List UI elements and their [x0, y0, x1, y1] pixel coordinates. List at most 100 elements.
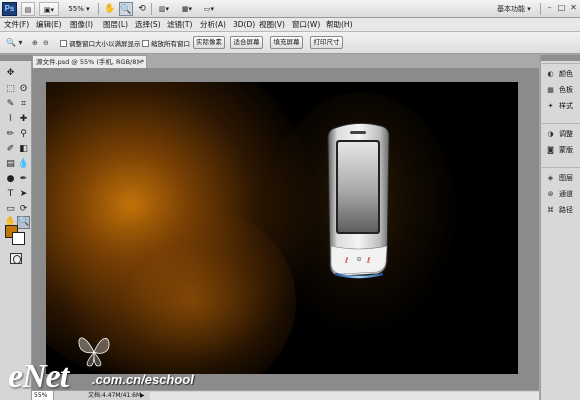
quick-mask-icon[interactable]	[10, 253, 22, 264]
options-bar: 🔍 ▾ ⊕ ⊖ 调整窗口大小以满屏显示 缩放所有窗口 实际像素 适合屏幕 填充屏…	[0, 32, 580, 54]
channels-icon: ⊛	[547, 190, 554, 198]
panel-masks[interactable]: ◙ 蒙版	[543, 142, 580, 158]
masks-icon: ◙	[547, 146, 554, 154]
marquee-tool-icon[interactable]: ⬚	[4, 83, 17, 96]
menu-layer[interactable]: 图层(L)	[103, 19, 128, 31]
eraser-tool-icon[interactable]: ◧	[17, 143, 30, 156]
menu-3d[interactable]: 3D(D)	[233, 19, 255, 31]
document-tab-title: 源文件.psd @ 55% (手机, RGB/8) *	[36, 58, 145, 66]
lasso-tool-icon[interactable]: ʘ	[17, 83, 30, 96]
pen-tool-icon[interactable]: ✒	[17, 173, 30, 186]
butterfly-icon	[78, 337, 110, 367]
panel-swatches[interactable]: ▦ 色板	[543, 82, 580, 98]
separator	[98, 3, 99, 15]
quick-selection-tool-icon[interactable]: ✎	[4, 98, 17, 111]
crop-tool-icon[interactable]: ⌗	[17, 98, 30, 111]
fill-screen-button[interactable]: 填充屏幕	[270, 36, 303, 49]
move-tool-icon[interactable]: ✥	[4, 67, 17, 80]
document-size-info: 文档:4.47M/41.6M	[88, 392, 142, 399]
zoom-in-icon[interactable]: ⊕	[32, 36, 38, 50]
panel-label: 通道	[559, 190, 573, 198]
workspace-switcher[interactable]: 基本功能 ▾	[497, 2, 537, 16]
zoom-level-dropdown[interactable]: 55% ▾	[66, 2, 92, 16]
arrange-documents-icon[interactable]: ▦▾	[178, 2, 196, 16]
rotate-view-icon[interactable]: ⟲	[135, 2, 149, 16]
separator	[151, 3, 152, 15]
photoshop-logo: Ps	[2, 2, 17, 16]
brush-tool-icon[interactable]: ✏	[4, 128, 17, 141]
print-size-button[interactable]: 打印尺寸	[310, 36, 343, 49]
bridge-icon[interactable]: ▤	[21, 2, 35, 16]
zoom-out-icon[interactable]: ⊖	[43, 36, 49, 50]
zoom-tool-icon[interactable]: 🔍	[119, 2, 133, 16]
eyedropper-tool-icon[interactable]: ⌇	[4, 113, 17, 126]
screen-mode-icon[interactable]: ▭▾	[200, 2, 218, 16]
checkbox-label: 缩放所有窗口	[151, 40, 190, 48]
menu-analysis[interactable]: 分析(A)	[200, 19, 226, 31]
panel-paths[interactable]: ⌘ 路径	[543, 202, 580, 218]
menu-help[interactable]: 帮助(H)	[326, 19, 353, 31]
tool-preset-picker[interactable]: 🔍 ▾	[6, 36, 23, 50]
zoom-field[interactable]: 55%	[32, 391, 54, 400]
horizontal-scrollbar[interactable]	[150, 392, 539, 400]
menu-filter[interactable]: 滤镜(T)	[167, 19, 192, 31]
menu-select[interactable]: 选择(S)	[135, 19, 161, 31]
3d-rotate-tool-icon[interactable]: ⟳	[17, 203, 30, 216]
menu-window[interactable]: 窗口(W)	[292, 19, 320, 31]
workspace-label: 基本功能	[497, 5, 525, 13]
layers-icon: ◈	[547, 174, 554, 182]
panel-group-color: ◐ 颜色 ▦ 色板 ✦ 样式	[542, 63, 580, 115]
panel-label: 色板	[559, 86, 573, 94]
svg-text:ℓ: ℓ	[344, 256, 348, 265]
status-bar: 55% 文档:4.47M/41.6M ▶	[32, 390, 539, 400]
path-selection-tool-icon[interactable]: ➤	[17, 188, 30, 201]
zoom-all-windows-checkbox[interactable]: 缩放所有窗口	[142, 38, 190, 48]
mini-bridge-icon[interactable]: ▣▾	[39, 2, 59, 16]
type-tool-icon[interactable]: T	[4, 188, 17, 201]
history-brush-tool-icon[interactable]: ✐	[4, 143, 17, 156]
paths-icon: ⌘	[547, 206, 554, 214]
shape-tool-icon[interactable]: ▭	[4, 203, 17, 216]
dodge-tool-icon[interactable]: ●	[4, 173, 17, 186]
panel-styles[interactable]: ✦ 样式	[543, 98, 580, 114]
panel-label: 样式	[559, 102, 573, 110]
checkbox-box	[142, 39, 149, 47]
panel-grip[interactable]	[541, 55, 580, 61]
document-tab[interactable]: 源文件.psd @ 55% (手机, RGB/8) * ×	[32, 55, 147, 68]
menu-file[interactable]: 文件(F)	[4, 19, 29, 31]
panel-color[interactable]: ◐ 颜色	[543, 66, 580, 82]
color-icon: ◐	[547, 70, 554, 78]
checkbox-label: 调整窗口大小以满屏显示	[69, 40, 141, 48]
fit-screen-button[interactable]: 适合屏幕	[230, 36, 263, 49]
zoom-tool-icon[interactable]: 🔍	[17, 216, 30, 229]
menu-image[interactable]: 图像(I)	[70, 19, 93, 31]
status-menu-arrow-icon[interactable]: ▶	[140, 391, 145, 400]
panel-label: 图层	[559, 174, 573, 182]
watermark-url: .com.cn/eschool	[92, 372, 194, 387]
panel-label: 调整	[559, 130, 573, 138]
panel-adjustments[interactable]: ◑ 调整	[543, 126, 580, 142]
actual-pixels-button[interactable]: 实际像素	[193, 36, 225, 49]
panel-label: 颜色	[559, 70, 573, 78]
menu-edit[interactable]: 编辑(E)	[36, 19, 62, 31]
panel-layers[interactable]: ◈ 图层	[543, 170, 580, 186]
menu-view[interactable]: 视图(V)	[259, 19, 285, 31]
panel-grip[interactable]	[0, 55, 32, 61]
panel-label: 路径	[559, 206, 573, 214]
close-document-icon[interactable]: ×	[137, 56, 143, 68]
clone-stamp-tool-icon[interactable]: ⚲	[17, 128, 30, 141]
resize-windows-checkbox[interactable]: 调整窗口大小以满屏显示	[60, 38, 141, 48]
panel-dock: ◐ 颜色 ▦ 色板 ✦ 样式 ◑ 调整 ◙ 蒙版 ◈ 图层 ⊛ 通道 ⌘ 路径	[540, 55, 580, 400]
view-extras-icon[interactable]: ▥▾	[155, 2, 173, 16]
background-color-swatch[interactable]	[12, 232, 25, 245]
menu-bar: 文件(F) 编辑(E) 图像(I) 图层(L) 选择(S) 滤镜(T) 分析(A…	[0, 18, 580, 32]
minimize-icon[interactable]: –	[544, 3, 555, 13]
checkbox-box	[60, 39, 67, 47]
healing-brush-tool-icon[interactable]: ✚	[17, 113, 30, 126]
blur-tool-icon[interactable]: 💧	[17, 158, 30, 171]
panel-channels[interactable]: ⊛ 通道	[543, 186, 580, 202]
maximize-icon[interactable]: □	[556, 3, 567, 13]
hand-tool-icon[interactable]: ✋	[103, 2, 117, 16]
close-window-icon[interactable]: ✕	[568, 3, 579, 13]
gradient-tool-icon[interactable]: ▤	[4, 158, 17, 171]
